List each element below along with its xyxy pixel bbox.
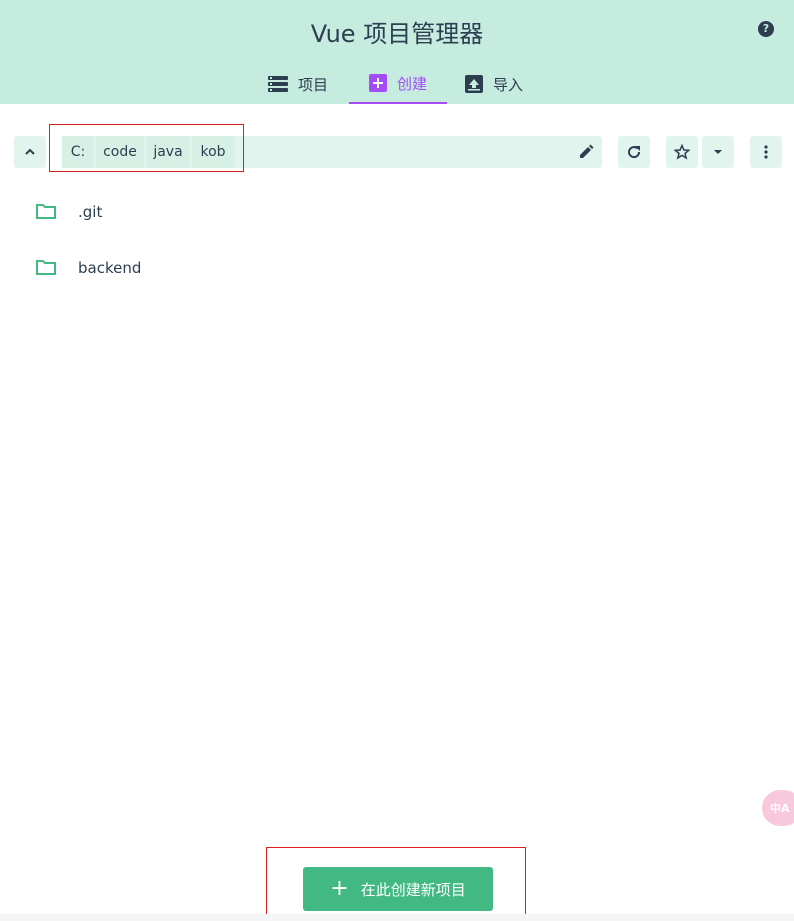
breadcrumb-item[interactable]: C: [62,136,94,168]
chevron-up-icon [25,148,35,155]
add-box-icon [368,74,387,92]
breadcrumb-item[interactable]: java [146,136,190,168]
folder-toolbar: C: code java kob [0,136,794,168]
folder-item-git[interactable]: .git [0,184,794,240]
create-project-label: 在此创建新项目 [360,880,466,899]
list-icon [268,75,288,93]
bottom-strip [0,914,794,921]
folder-icon [36,204,56,219]
folder-name: backend [78,259,142,277]
favorites-dropdown-button[interactable] [702,136,734,168]
breadcrumb-item[interactable]: kob [192,136,234,168]
pencil-icon [580,144,594,158]
caret-down-icon [714,150,722,154]
import-icon [465,75,483,93]
tab-projects[interactable]: 项目 [268,64,328,104]
plus-icon: + [330,876,349,901]
tab-import-label: 导入 [493,75,524,94]
translate-badge[interactable]: 中A [762,790,794,826]
parent-folder-button[interactable] [14,136,46,168]
more-vert-icon [764,145,768,159]
edit-path-button[interactable] [570,136,602,168]
tab-import[interactable]: 导入 [465,64,523,104]
folder-item-backend[interactable]: backend [0,240,794,296]
more-options-button[interactable] [750,136,782,168]
tab-create-label: 创建 [396,74,427,93]
tab-create[interactable]: 创建 [349,64,447,104]
app-header: Vue 项目管理器 ? 项目 创建 导入 [0,0,794,104]
app-title: Vue 项目管理器 [310,20,484,48]
breadcrumb-item[interactable]: code [96,136,144,168]
path-breadcrumb: C: code java kob [62,136,602,168]
refresh-button[interactable] [618,136,650,168]
folder-icon [36,260,56,275]
folder-name: .git [78,203,103,221]
create-project-button[interactable]: + 在此创建新项目 [303,867,493,911]
main-tabs: 项目 创建 导入 [0,64,794,104]
star-icon [674,144,690,160]
favorite-button[interactable] [666,136,698,168]
refresh-icon [628,146,641,159]
help-icon[interactable]: ? [758,21,774,37]
tab-projects-label: 项目 [298,75,329,94]
